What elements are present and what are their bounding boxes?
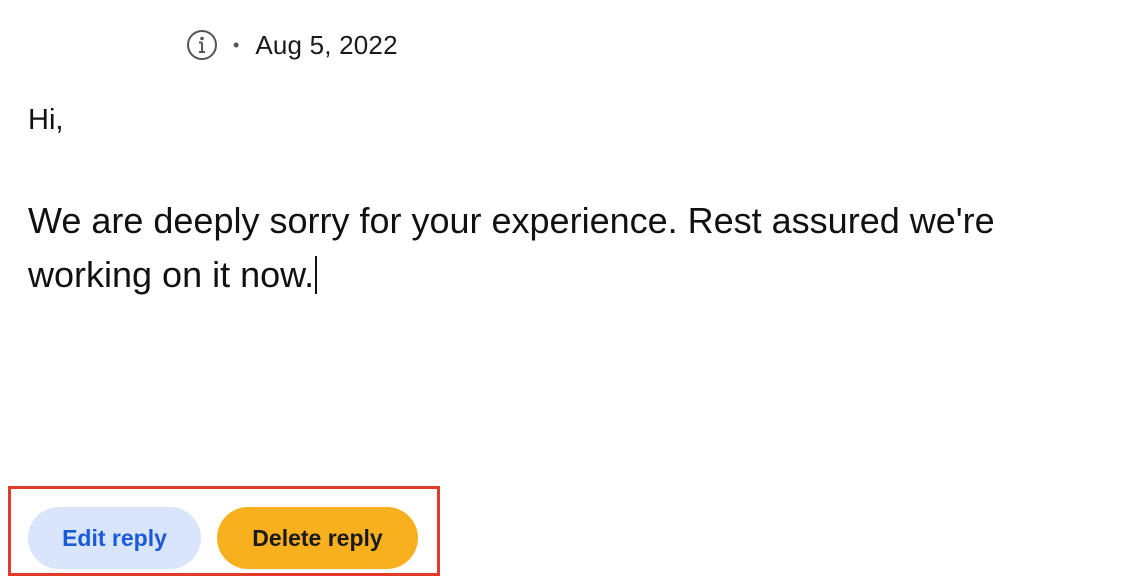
delete-reply-button[interactable]: Delete reply <box>217 507 418 569</box>
info-icon[interactable] <box>186 29 218 61</box>
reply-view: • Aug 5, 2022 Hi, We are deeply sorry fo… <box>0 0 1124 584</box>
reply-meta: • Aug 5, 2022 <box>186 28 398 62</box>
message-body[interactable]: We are deeply sorry for your experience.… <box>28 194 1108 302</box>
edit-reply-button[interactable]: Edit reply <box>28 507 201 569</box>
message-greeting: Hi, <box>28 104 64 136</box>
text-cursor <box>315 256 318 294</box>
reply-date: Aug 5, 2022 <box>255 29 398 60</box>
separator-dot: • <box>233 35 240 55</box>
message-body-text: We are deeply sorry for your experience.… <box>28 200 995 295</box>
